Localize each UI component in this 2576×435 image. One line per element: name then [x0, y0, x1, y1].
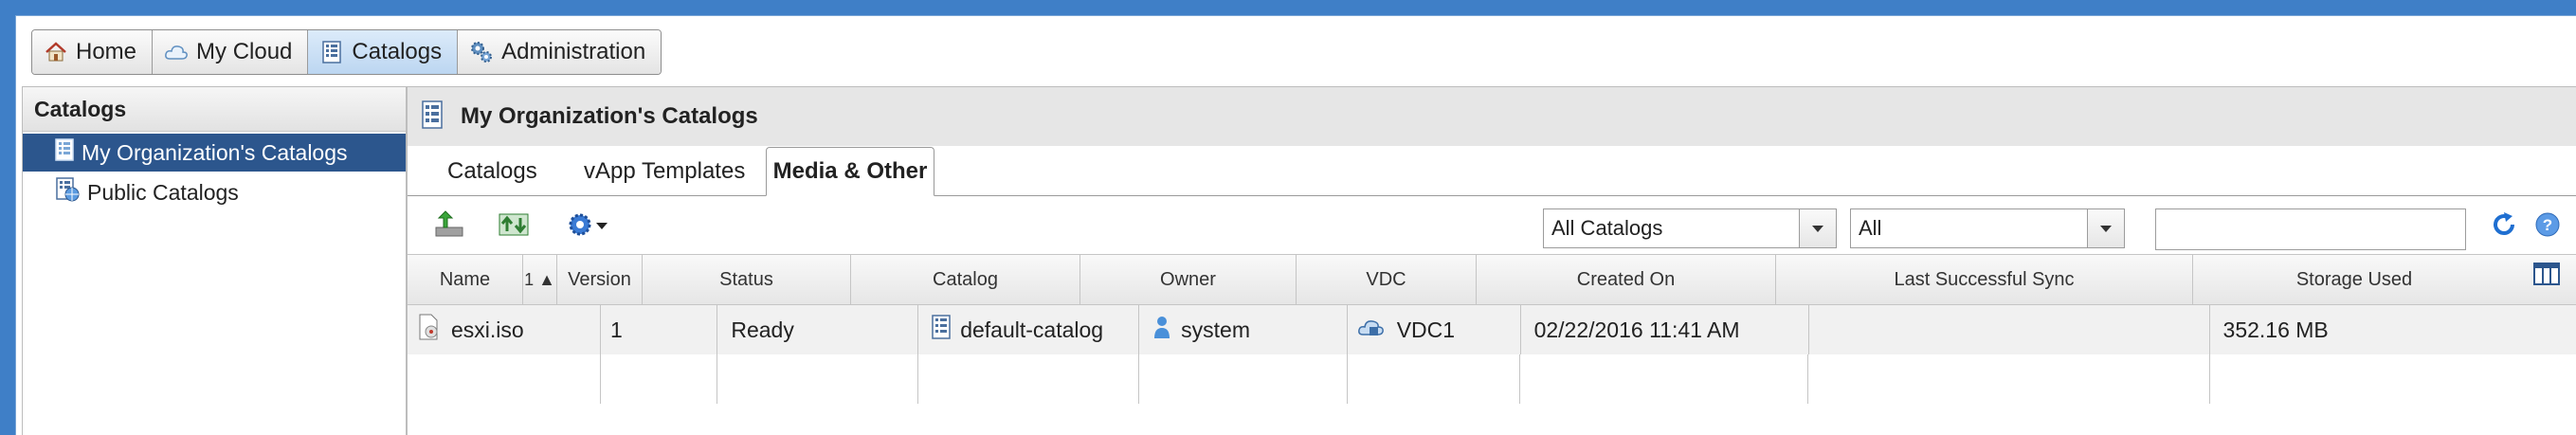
tab-bar: Catalogs vApp Templates Media & Other	[408, 146, 2576, 196]
sidebar-item-my-organizations-catalogs[interactable]: My Organization's Catalogs	[23, 134, 406, 172]
column-header-version[interactable]: Version	[557, 255, 643, 304]
nav-home-button[interactable]: Home	[32, 30, 154, 74]
cell-version: 1	[601, 305, 718, 354]
tab-media-and-other[interactable]: Media & Other	[766, 147, 934, 196]
sidebar-item-label: My Organization's Catalogs	[82, 139, 348, 165]
column-header-owner[interactable]: Owner	[1080, 255, 1297, 304]
chevron-down-icon[interactable]	[2087, 209, 2124, 247]
toolbar: All Catalogs All ?	[408, 197, 2576, 254]
column-header-created-on[interactable]: Created On	[1477, 255, 1776, 304]
user-icon	[1152, 315, 1171, 345]
upload-media-button[interactable]	[432, 209, 466, 244]
app-window: Home My Cloud Catalogs Administration Ca…	[15, 15, 2576, 435]
tab-catalogs[interactable]: Catalogs	[436, 148, 549, 195]
column-header-last-successful-sync[interactable]: Last Successful Sync	[1776, 255, 2193, 304]
catalog-filter-value: All Catalogs	[1551, 216, 1663, 240]
cell-catalog: default-catalog	[918, 305, 1140, 354]
content-header: My Organization's Catalogs	[408, 87, 2576, 146]
help-icon: ?	[2534, 211, 2561, 243]
cell-last-successful-sync	[1809, 305, 2210, 354]
cell-vdc: VDC1	[1348, 305, 1521, 354]
nav-administration-label: Administration	[501, 39, 646, 64]
table-empty-area	[408, 354, 2576, 411]
nav-my-cloud-button[interactable]: My Cloud	[153, 30, 309, 74]
public-catalog-icon	[55, 177, 80, 208]
nav-home-label: Home	[76, 39, 137, 64]
chevron-down-icon	[595, 218, 608, 235]
actions-menu-button[interactable]	[563, 210, 612, 243]
refresh-icon	[2490, 210, 2518, 244]
iso-file-icon	[417, 314, 442, 346]
table-row[interactable]: esxi.iso 1 Ready default-catalog system	[408, 305, 2576, 354]
import-media-button[interactable]	[497, 210, 531, 243]
column-header-status[interactable]: Status	[643, 255, 851, 304]
refresh-button[interactable]	[2487, 210, 2521, 243]
column-header-storage-used[interactable]: Storage Used	[2193, 255, 2515, 304]
sidebar-item-public-catalogs[interactable]: Public Catalogs	[23, 173, 406, 211]
cell-created-on: 02/22/2016 11:41 AM	[1521, 305, 1809, 354]
admin-gears-icon	[469, 40, 494, 64]
help-button[interactable]: ?	[2531, 210, 2565, 243]
org-catalog-icon	[55, 138, 74, 167]
cell-storage-used: 352.16 MB	[2222, 317, 2329, 342]
sidebar-item-label: Public Catalogs	[87, 179, 239, 205]
catalog-icon	[932, 315, 951, 345]
table-header: Name 1 ▲ Version Status Catalog Owner VD…	[408, 254, 2576, 305]
nav-my-cloud-label: My Cloud	[196, 39, 293, 64]
nav-administration-button[interactable]: Administration	[458, 30, 662, 74]
nav-catalogs-button[interactable]: Catalogs	[308, 30, 459, 74]
svg-text:?: ?	[2543, 216, 2552, 234]
columns-icon	[2533, 255, 2560, 304]
column-chooser-button[interactable]	[2515, 255, 2576, 304]
gear-icon	[567, 210, 595, 244]
upload-icon	[432, 209, 466, 244]
sidebar-title: Catalogs	[23, 87, 406, 132]
cell-status: Ready	[717, 305, 919, 354]
type-filter-select[interactable]: All	[1850, 208, 2125, 248]
vdc-icon	[1357, 316, 1388, 344]
main-content: My Organization's Catalogs Catalogs vApp…	[407, 86, 2576, 435]
catalog-filter-select[interactable]: All Catalogs	[1543, 208, 1837, 248]
catalog-icon	[319, 40, 344, 64]
home-icon	[44, 40, 68, 64]
tab-vapp-templates[interactable]: vApp Templates	[572, 148, 756, 195]
column-header-name[interactable]: Name	[408, 255, 523, 304]
chevron-down-icon[interactable]	[1799, 209, 1836, 247]
media-table: Name 1 ▲ Version Status Catalog Owner VD…	[408, 254, 2576, 435]
column-header-catalog[interactable]: Catalog	[851, 255, 1080, 304]
sort-indicator[interactable]: 1 ▲	[523, 255, 557, 304]
cloud-icon	[164, 40, 189, 64]
column-header-vdc[interactable]: VDC	[1297, 255, 1477, 304]
catalogs-sidebar: Catalogs My Organization's Catalogs Publ…	[22, 86, 407, 435]
type-filter-value: All	[1859, 216, 1882, 240]
nav-catalogs-label: Catalogs	[352, 39, 443, 64]
catalog-icon	[421, 100, 444, 134]
cell-owner: system	[1139, 305, 1348, 354]
page-title: My Organization's Catalogs	[461, 103, 758, 129]
top-navigation: Home My Cloud Catalogs Administration	[31, 29, 662, 75]
import-icon	[497, 210, 531, 244]
search-input[interactable]	[2155, 208, 2466, 250]
cell-name: esxi.iso	[408, 305, 601, 354]
